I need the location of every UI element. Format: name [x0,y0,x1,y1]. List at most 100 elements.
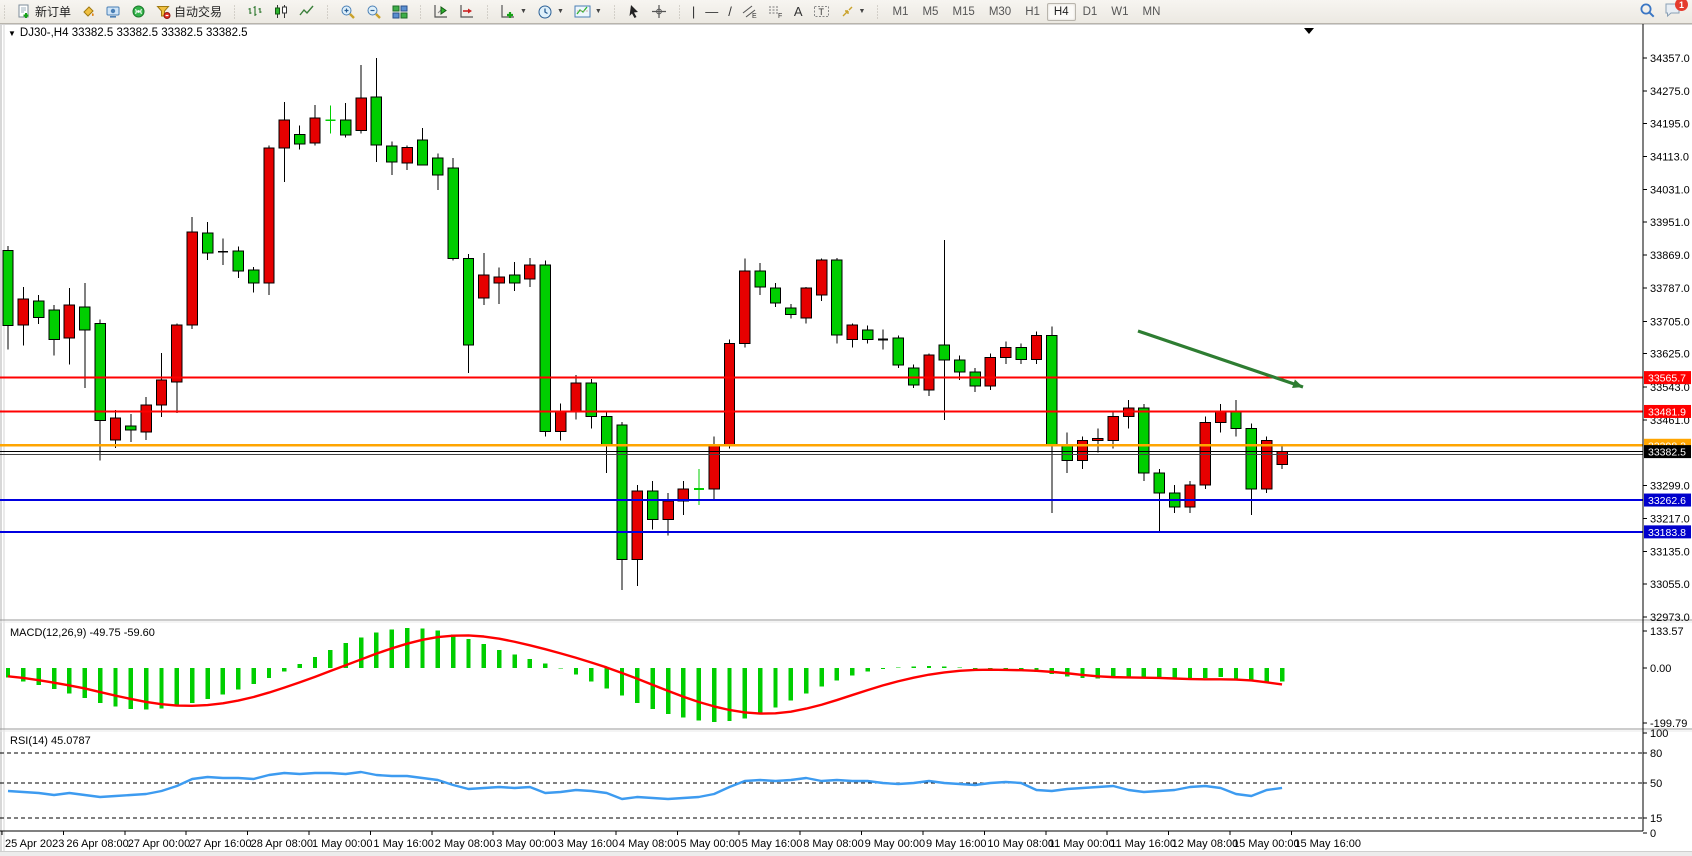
new-order-label: 新订单 [35,3,71,20]
signals-button[interactable] [126,1,151,22]
search-button[interactable] [1639,2,1656,22]
candlestick-chart-icon [273,4,289,19]
svg-text:100: 100 [1650,728,1668,740]
timeframe-m15[interactable]: M15 [945,3,981,21]
bar-chart-icon [247,4,263,19]
line-chart-button[interactable] [294,1,320,22]
caret-down-icon: ▼ [595,8,602,15]
svg-text:1 May 16:00: 1 May 16:00 [373,838,434,850]
chat-button[interactable]: 1 [1664,2,1682,21]
zoom-out-button[interactable] [361,1,387,23]
svg-text:10 May 08:00: 10 May 08:00 [987,838,1054,850]
svg-text:15: 15 [1650,813,1662,825]
arrows-button[interactable]: ▼ [835,1,871,22]
svg-text:27 Apr 16:00: 27 Apr 16:00 [189,838,251,850]
svg-text:34113.0: 34113.0 [1650,152,1689,164]
horizontal-line-button[interactable]: — [700,2,723,21]
svg-text:15 May 00:00: 15 May 00:00 [1233,838,1300,850]
toolbar-grip [232,4,237,20]
new-order-button[interactable]: 新订单 [12,0,76,23]
chart-window[interactable]: 34357.034275.034195.034113.034031.033951… [0,23,1692,856]
svg-text:34357.0: 34357.0 [1650,53,1690,65]
chart-type-group [239,1,323,23]
svg-text:27 Apr 00:00: 27 Apr 00:00 [128,838,190,850]
text-button[interactable]: A [789,2,808,21]
timeframe-w1[interactable]: W1 [1104,3,1135,21]
trendline-button[interactable]: / [723,2,737,21]
svg-text:11 May 00:00: 11 May 00:00 [1049,838,1115,850]
auto-scroll-icon [433,4,449,19]
zoom-out-icon [366,4,382,20]
timeframe-m1[interactable]: M1 [885,3,915,21]
svg-text:0: 0 [1650,828,1656,840]
svg-text:33183.8: 33183.8 [1648,527,1686,539]
svg-text:26 Apr 08:00: 26 Apr 08:00 [66,838,128,850]
fibonacci-icon: F [768,4,784,19]
timeframe-m5[interactable]: M5 [915,3,945,21]
timeframe-m30[interactable]: M30 [982,3,1018,21]
zoom-in-icon [340,4,356,20]
arrows-icon [840,4,855,19]
tile-windows-button[interactable] [387,1,413,22]
svg-text:9 May 16:00: 9 May 16:00 [926,838,987,850]
channel-button[interactable]: E [737,1,763,22]
fibonacci-button[interactable]: F [763,1,789,22]
new-order-icon [17,4,32,19]
rsi-label: RSI(14) 45.0787 [10,735,91,747]
standard-group: 新订单 自动交易 [9,1,230,23]
svg-text:15 May 16:00: 15 May 16:00 [1294,838,1361,850]
svg-text:33951.0: 33951.0 [1650,217,1690,229]
svg-text:33787.0: 33787.0 [1650,283,1690,295]
trendline-icon: / [728,5,732,18]
timeframe-h1[interactable]: H1 [1018,3,1047,21]
svg-text:33217.0: 33217.0 [1650,513,1690,525]
svg-text:80: 80 [1650,748,1662,760]
timeframe-h4[interactable]: H4 [1047,3,1076,21]
toolbar-grip [418,4,423,20]
periods-button[interactable]: ▼ [532,1,569,23]
bar-chart-button[interactable] [242,1,268,22]
auto-scroll-button[interactable] [428,1,454,22]
text-icon: A [794,5,803,18]
candlestick-chart-button[interactable] [268,1,294,22]
toolbar-grip [2,4,7,20]
price-chart[interactable]: 34357.034275.034195.034113.034031.033951… [0,23,1692,856]
svg-text:32973.0: 32973.0 [1650,612,1690,624]
paint-bucket-button[interactable] [76,1,101,22]
toolbar-right: 1 [1639,2,1692,22]
label-button[interactable]: T [808,1,835,22]
toolbar-grip [485,4,490,20]
svg-text:T: T [818,7,824,17]
svg-text:11 May 16:00: 11 May 16:00 [1110,838,1176,850]
draw-group: | — / E F A T ▼ [684,1,874,23]
vertical-line-button[interactable]: | [687,2,700,21]
caret-down-icon: ▼ [859,8,866,15]
mt4-window: 新订单 自动交易 [0,0,1692,856]
timeframe-d1[interactable]: D1 [1076,3,1105,21]
auto-trading-button[interactable]: 自动交易 [151,0,227,23]
chart-shift-button[interactable] [454,1,480,22]
svg-text:133.57: 133.57 [1650,626,1684,638]
timeframe-mn[interactable]: MN [1136,3,1168,21]
svg-text:5 May 00:00: 5 May 00:00 [680,838,741,850]
scroll-group [425,1,483,23]
indicators-button[interactable]: ▼ [495,1,532,22]
templates-icon [574,4,591,19]
svg-text:33262.6: 33262.6 [1648,495,1686,507]
cursor-button[interactable] [622,1,646,22]
symbol-dropdown-icon[interactable]: ▼ [8,29,16,38]
svg-text:3 May 00:00: 3 May 00:00 [496,838,557,850]
svg-text:8 May 08:00: 8 May 08:00 [803,838,864,850]
line-chart-icon [299,4,315,19]
mql-community-button[interactable] [101,1,126,22]
paint-bucket-icon [81,4,96,19]
svg-text:34275.0: 34275.0 [1650,86,1690,98]
svg-text:4 May 08:00: 4 May 08:00 [619,838,680,850]
indicator-group: ▼ ▼ ▼ [492,1,610,23]
templates-button[interactable]: ▼ [569,1,607,22]
svg-text:3 May 16:00: 3 May 16:00 [558,838,619,850]
svg-text:25 Apr 2023: 25 Apr 2023 [5,838,64,850]
zoom-in-button[interactable] [335,1,361,23]
svg-text:1 May 00:00: 1 May 00:00 [312,838,373,850]
crosshair-button[interactable] [646,1,672,22]
